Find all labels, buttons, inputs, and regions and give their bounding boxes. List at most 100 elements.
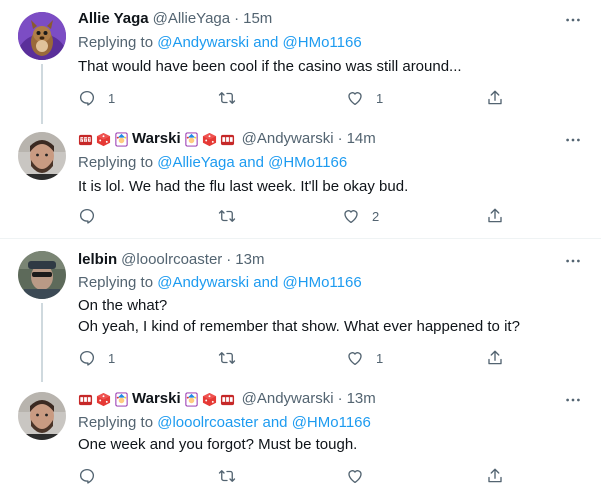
- tweet-actions: 1 1: [70, 348, 510, 368]
- share-icon: [488, 208, 502, 223]
- user-handle[interactable]: @AllieYaga: [153, 9, 231, 29]
- like-icon: [348, 470, 362, 484]
- timestamp[interactable]: 13m: [235, 250, 264, 270]
- share-button[interactable]: [486, 206, 504, 226]
- share-button[interactable]: [486, 348, 504, 368]
- like-button[interactable]: [346, 466, 376, 486]
- reply-button[interactable]: [78, 206, 108, 226]
- like-icon: [348, 352, 362, 366]
- tweet-actions: 2: [70, 206, 510, 226]
- mention-link[interactable]: @looolrcoaster: [157, 414, 258, 431]
- replying-prefix: Replying to: [78, 34, 158, 51]
- mention-link[interactable]: @HMo1166: [268, 154, 347, 171]
- mention-link[interactable]: @Andywarski: [157, 274, 249, 291]
- user-handle[interactable]: @Andywarski: [242, 129, 334, 149]
- mention-link[interactable]: @HMo1166: [283, 274, 362, 291]
- slot-machine-icon: [220, 132, 235, 147]
- like-count: 1: [376, 90, 384, 106]
- timestamp[interactable]: 15m: [243, 9, 272, 29]
- tweet-header: 777 Warski @Andywarski · 14m: [78, 129, 376, 149]
- replying-to: Replying to @AllieYaga and @HMo1166: [78, 153, 347, 173]
- retweet-button[interactable]: [218, 206, 248, 226]
- mention-and[interactable]: and: [235, 154, 268, 171]
- reply-count: 1: [108, 350, 116, 366]
- retweet-icon: [218, 210, 236, 222]
- mention-link[interactable]: @HMo1166: [292, 414, 371, 431]
- replying-prefix: Replying to: [78, 414, 158, 431]
- replying-to: Replying to @looolrcoaster and @HMo1166: [78, 413, 371, 433]
- separator-dot: ·: [337, 130, 343, 147]
- reply-icon: [79, 90, 95, 106]
- like-icon: [344, 210, 358, 224]
- tweet-text: On the what?: [78, 297, 168, 314]
- share-icon: [488, 468, 502, 483]
- like-count: 2: [372, 208, 380, 224]
- avatar[interactable]: [18, 12, 66, 60]
- share-icon: [488, 350, 502, 365]
- replying-to: Replying to @Andywarski and @HMo1166: [78, 33, 362, 53]
- tweet-lelbin[interactable]: lelbin @looolrcoaster · 13m Replying to …: [0, 239, 601, 382]
- joker-icon: [184, 131, 199, 147]
- reply-icon: [79, 468, 95, 484]
- retweet-button[interactable]: [218, 348, 248, 368]
- retweet-icon: [218, 352, 236, 364]
- tweet-warski[interactable]: 777 Warski @Andywarski · 14m Replying to…: [0, 120, 601, 238]
- avatar[interactable]: [18, 251, 66, 299]
- tweet-text: That would have been cool if the casino …: [78, 58, 462, 75]
- avatar[interactable]: [18, 392, 66, 440]
- svg-text:7: 7: [88, 137, 91, 142]
- retweet-icon: [218, 470, 236, 482]
- reply-button[interactable]: 1: [78, 348, 115, 368]
- joker-icon: [114, 391, 129, 407]
- dice-icon: [202, 132, 217, 147]
- timestamp[interactable]: 13m: [347, 389, 376, 409]
- user-handle[interactable]: @looolrcoaster: [121, 250, 222, 270]
- retweet-button[interactable]: [218, 466, 248, 486]
- more-icon[interactable]: [563, 251, 583, 271]
- reply-button[interactable]: 1: [78, 88, 115, 108]
- share-button[interactable]: [486, 466, 504, 486]
- tweet-actions: [70, 466, 510, 486]
- mention-link[interactable]: @HMo1166: [283, 34, 362, 51]
- mention-link[interactable]: @Andywarski: [157, 34, 249, 51]
- more-icon[interactable]: [563, 130, 583, 150]
- replying-to: Replying to @Andywarski and @HMo1166: [78, 273, 362, 293]
- joker-icon: [184, 391, 199, 407]
- slot-machine-icon: [78, 392, 93, 407]
- avatar[interactable]: [18, 132, 66, 180]
- retweet-icon: [218, 92, 236, 104]
- mention-link[interactable]: @AllieYaga: [157, 154, 235, 171]
- dice-icon: [202, 392, 217, 407]
- mention-and[interactable]: and: [249, 274, 282, 291]
- share-button[interactable]: [486, 88, 504, 108]
- like-button[interactable]: 1: [346, 88, 383, 108]
- thread-line: [41, 64, 43, 124]
- display-name[interactable]: Warski: [132, 129, 181, 149]
- more-icon[interactable]: [563, 390, 583, 410]
- retweet-button[interactable]: [218, 88, 248, 108]
- like-button[interactable]: 2: [342, 206, 379, 226]
- user-handle[interactable]: @Andywarski: [242, 389, 334, 409]
- separator-dot: ·: [234, 10, 240, 27]
- tweet-header: Allie Yaga @AllieYaga · 15m: [78, 9, 272, 29]
- timestamp[interactable]: 14m: [347, 129, 376, 149]
- display-name[interactable]: Warski: [132, 389, 181, 409]
- dice-icon: [96, 392, 111, 407]
- tweet-header: Warski @Andywarski · 13m: [78, 389, 376, 409]
- like-button[interactable]: 1: [346, 348, 383, 368]
- svg-text:7: 7: [80, 137, 83, 142]
- reply-icon: [79, 208, 95, 224]
- replying-prefix: Replying to: [78, 154, 158, 171]
- reply-button[interactable]: [78, 466, 108, 486]
- mention-and[interactable]: and: [258, 414, 291, 431]
- display-name[interactable]: Allie Yaga: [78, 9, 149, 29]
- tweet-text: Oh yeah, I kind of remember that show. W…: [78, 318, 520, 335]
- joker-icon: [114, 131, 129, 147]
- slot-machine-icon: [220, 392, 235, 407]
- mention-and[interactable]: and: [249, 34, 282, 51]
- display-name[interactable]: lelbin: [78, 250, 117, 270]
- tweet-warski-2[interactable]: Warski @Andywarski · 13m Replying to @lo…: [0, 382, 601, 499]
- separator-dot: ·: [226, 251, 232, 268]
- tweet-allie-yaga[interactable]: Allie Yaga @AllieYaga · 15m Replying to …: [0, 0, 601, 124]
- more-icon[interactable]: [563, 10, 583, 30]
